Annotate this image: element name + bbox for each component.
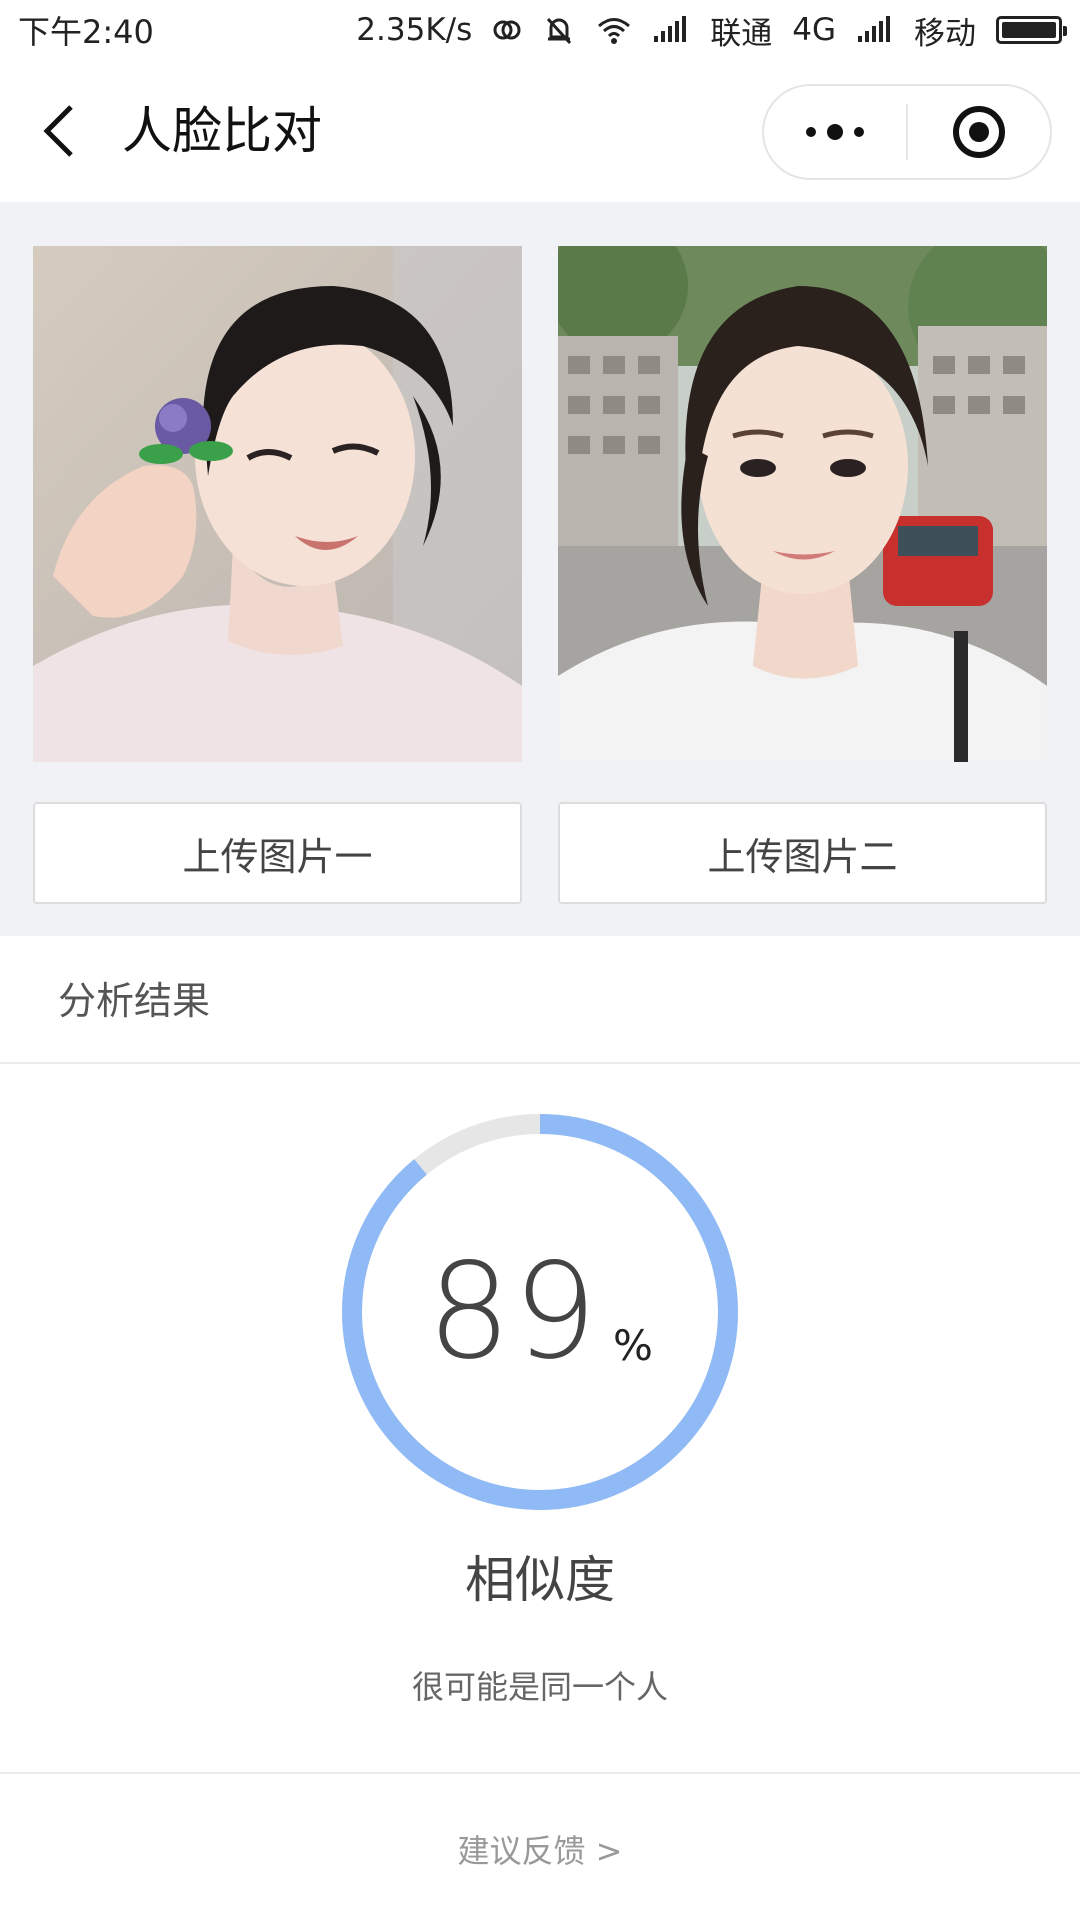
signal-icon-2 — [856, 16, 894, 44]
divider — [0, 1772, 1080, 1774]
page-title: 人脸比对 — [122, 102, 322, 160]
target-close-icon — [953, 106, 1005, 158]
upload-image-one-button[interactable]: 上传图片一 — [33, 802, 522, 904]
status-bar: 下午2:40 2.35K/s 联通 4G 移动 — [0, 0, 1080, 60]
similarity-value: 89 — [427, 1235, 600, 1389]
wifi-icon — [596, 15, 632, 45]
nav-bar: 人脸比对 — [0, 60, 1080, 202]
net-speed: 2.35K/s — [356, 12, 473, 48]
more-button[interactable] — [764, 86, 906, 178]
close-mini-program-button[interactable] — [908, 86, 1050, 178]
carrier-1: 联通 — [710, 15, 773, 52]
chevron-left-icon — [43, 105, 73, 157]
more-dots-icon — [806, 124, 864, 140]
battery-icon — [996, 16, 1067, 44]
gauge-readout: 89 % — [340, 1112, 740, 1512]
similarity-label: 相似度 — [465, 1551, 615, 1609]
mute-bell-icon — [542, 13, 576, 47]
back-button[interactable] — [36, 100, 82, 162]
photo-one[interactable] — [33, 246, 522, 762]
status-indicators: 2.35K/s 联通 4G 移动 — [356, 8, 1067, 53]
mini-program-capsule — [762, 84, 1052, 180]
photo-panel: 上传图片一 上传图片二 — [0, 202, 1080, 936]
network-type: 4G — [792, 12, 836, 48]
divider — [0, 1062, 1080, 1064]
conclusion-text: 很可能是同一个人 — [411, 1668, 668, 1706]
upload-image-two-button[interactable]: 上传图片二 — [558, 802, 1047, 904]
feedback-link[interactable]: 建议反馈 > — [0, 1826, 1080, 1872]
photo-two[interactable] — [558, 246, 1047, 762]
signal-icon-1 — [652, 16, 690, 44]
result-section-title: 分析结果 — [58, 979, 211, 1023]
carrier-2: 移动 — [914, 15, 976, 52]
status-time: 下午2:40 — [18, 13, 154, 51]
sync-icon — [492, 15, 522, 45]
percent-unit: % — [613, 1320, 653, 1370]
